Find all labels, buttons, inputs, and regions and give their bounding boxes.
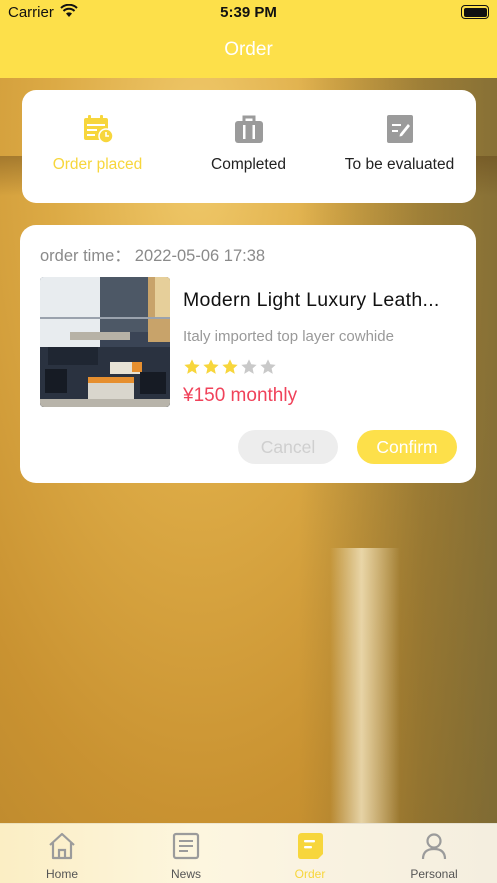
clock: 5:39 PM: [220, 4, 277, 21]
order-time-label: order time：: [40, 247, 131, 265]
order-time: order time： 2022-05-06 17:38: [40, 242, 265, 266]
order-icon: [298, 833, 323, 859]
order-status-card: Order placed Completed To be evaluated: [22, 90, 476, 203]
status-completed[interactable]: Completed: [173, 112, 324, 174]
product-image[interactable]: [40, 277, 170, 407]
star-empty-icon: [241, 359, 257, 374]
product-description: Italy imported top layer cowhide: [183, 328, 394, 345]
order-time-value: 2022-05-06 17:38: [134, 247, 266, 265]
cancel-button[interactable]: Cancel: [238, 430, 338, 464]
tab-label: Home: [45, 867, 78, 881]
tab-bar: Home News Order Personal: [0, 823, 497, 883]
tab-label: Personal: [410, 867, 458, 881]
home-icon: [49, 832, 75, 860]
star-empty-icon: [260, 359, 276, 374]
tab-label: News: [170, 867, 201, 881]
navigation-bar: Order: [0, 26, 497, 78]
calendar-clock-icon: [83, 115, 114, 144]
edit-note-icon: [386, 115, 413, 143]
status-order-placed[interactable]: Order placed: [22, 112, 173, 174]
battery-icon: [461, 5, 489, 19]
tab-label: Order: [294, 867, 326, 881]
product-name[interactable]: Modern Light Luxury Leath...: [183, 289, 461, 312]
tab-home[interactable]: Home: [0, 830, 124, 881]
confirm-button[interactable]: Confirm: [357, 430, 457, 464]
status-label: Order placed: [52, 156, 143, 173]
order-card[interactable]: order time： 2022-05-06 17:38 Modern Light…: [20, 225, 476, 483]
status-label: Completed: [211, 156, 286, 173]
person-icon: [421, 833, 447, 860]
star-filled-icon: [203, 359, 219, 374]
status-bar: Carrier 5:39 PM: [0, 0, 497, 26]
tab-news[interactable]: News: [124, 830, 248, 881]
tab-personal[interactable]: Personal: [372, 830, 496, 881]
star-filled-icon: [222, 359, 238, 374]
suitcase-icon: [234, 115, 263, 143]
status-label: To be evaluated: [344, 156, 455, 173]
tab-order[interactable]: Order: [248, 830, 372, 881]
rating-stars: [183, 358, 278, 376]
star-filled-icon: [184, 359, 200, 374]
page-title: Order: [224, 39, 273, 60]
product-photo: [40, 277, 170, 407]
product-price: ¥150 monthly: [183, 385, 298, 406]
status-to-be-evaluated[interactable]: To be evaluated: [324, 112, 475, 174]
news-icon: [172, 832, 200, 860]
